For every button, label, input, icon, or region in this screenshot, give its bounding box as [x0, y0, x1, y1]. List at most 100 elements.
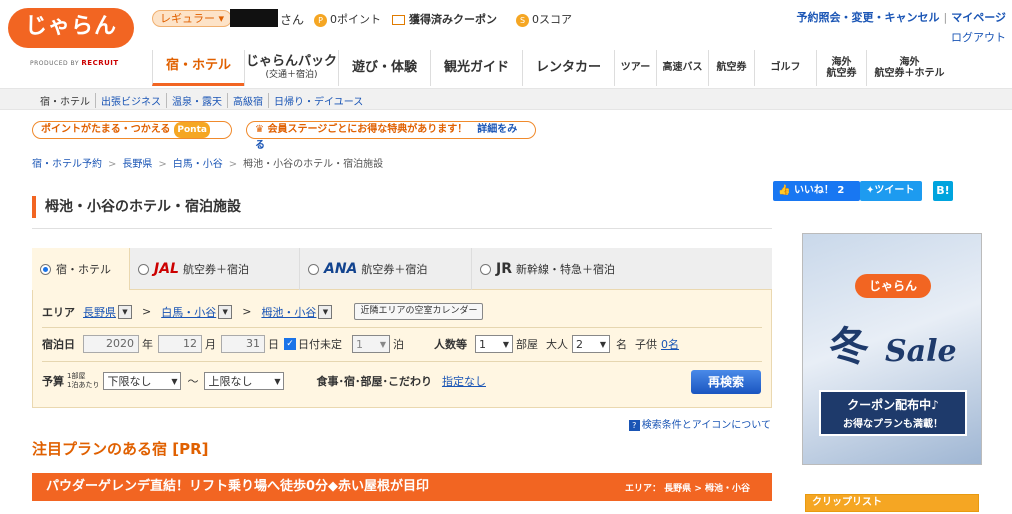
score-link[interactable]: S 0スコア [516, 11, 572, 27]
year-field[interactable]: 2020 [83, 335, 139, 353]
breadcrumb-hakuba[interactable]: 白馬・小谷 [173, 159, 223, 170]
nav-flights[interactable]: 航空券 [708, 50, 754, 86]
breadcrumb: 宿・ホテル予約 > 長野県 > 白馬・小谷 > 栂池・小谷のホテル・宿泊施設 [32, 155, 383, 170]
nav-golf[interactable]: ゴルフ [754, 50, 816, 86]
nav-label: 宿・ホテル [165, 58, 231, 74]
area-subregion-link[interactable]: 栂池・小谷 [261, 304, 316, 320]
breadcrumb-hotel-booking[interactable]: 宿・ホテル予約 [32, 159, 102, 170]
chevron-down-icon: ▼ [274, 376, 281, 386]
tweet-button[interactable]: ✦ツイート [860, 181, 922, 201]
reservation-manage-link[interactable]: 予約照会・変更・キャンセル [797, 11, 940, 24]
radio-icon [308, 263, 319, 275]
nav-overseas-flights[interactable]: 海外 航空券 [816, 50, 866, 86]
nav-activities[interactable]: 遊び・体験 [338, 50, 430, 86]
like-label: いいね！ [793, 185, 834, 196]
points-label: ポイント [337, 13, 381, 26]
honorific: さん [280, 13, 305, 27]
month-field[interactable]: 12 [158, 335, 202, 353]
conditions-link[interactable]: 指定なし [442, 373, 486, 389]
tab-jal[interactable]: JAL 航空券＋宿泊 [130, 248, 300, 290]
featured-plan-title: パウダーゲレンデ直結！リフト乗り場へ徒歩0分◆赤い屋根が目印 [46, 479, 430, 494]
breadcrumb-separator: > [228, 159, 238, 170]
nav-tourist-guide[interactable]: 観光ガイド [430, 50, 522, 86]
hatena-bookmark-button[interactable]: B! [933, 181, 953, 201]
budget-note-room: 1部屋 [67, 372, 86, 380]
sub-nav: 宿・ホテル 出張ビジネス 温泉・露天 高級宿 日帰り・デイユース [40, 93, 368, 108]
ad-coupon-ribbon: クーポン配布中♪ お得なプランも満載！ [819, 390, 967, 436]
crown-icon: ♛ [255, 124, 264, 135]
children-link[interactable]: 0名 [661, 336, 679, 352]
rooms-select[interactable]: 1 ▼ [475, 335, 513, 353]
chevron-down-icon: ▼ [171, 376, 178, 386]
nav-label: 高速バス [662, 62, 703, 74]
nav-jalan-pack[interactable]: じゃらんパック (交通＋宿泊) [244, 50, 338, 86]
mypage-link[interactable]: マイページ [951, 11, 1006, 24]
coupons-label: 獲得済みクーポン [409, 13, 497, 26]
tab-ana[interactable]: ANA 航空券＋宿泊 [300, 248, 472, 290]
score-label: スコア [539, 13, 572, 26]
tab-jr[interactable]: JR 新幹線・特急＋宿泊 [472, 248, 647, 290]
area-prefecture-select[interactable]: ▼ [118, 304, 132, 319]
ad-jalan-logo: じゃらん [855, 274, 931, 298]
nav-rental-car[interactable]: レンタカー [522, 50, 614, 86]
nav-tour[interactable]: ツアー [614, 50, 656, 86]
winter-sale-ad[interactable]: じゃらん 冬 Sale クーポン配布中♪ お得なプランも満載！ [802, 233, 982, 465]
subnav-hotel[interactable]: 宿・ホテル [40, 93, 95, 108]
area-separator: > [242, 305, 252, 318]
nav-label: ゴルフ [770, 62, 801, 74]
member-stage-banner[interactable]: ♛ 会員ステージごとにお得な特典があります！ 詳細をみる [246, 121, 536, 151]
ana-logo: ANA [324, 261, 358, 277]
ponta-banner[interactable]: ポイントがたまる・つかえる Ponta [32, 121, 232, 139]
search-help-link[interactable]: ? 検索条件とアイコンについて [628, 416, 771, 431]
jalan-logo[interactable]: じゃらん [8, 8, 134, 48]
username-redacted [230, 9, 278, 27]
area-subregion-select[interactable]: ▼ [318, 304, 333, 319]
member-rank-badge[interactable]: レギュラー ▾ [152, 10, 233, 27]
stay-date-row: 宿泊日 2020 年 12 月 31 日 ✓ 日付未定 1 ▼ 泊 人数等 1 ▼ 部屋 大人 … [42, 335, 679, 353]
nav-overseas-flight-hotel[interactable]: 海外 航空券＋ホテル [866, 50, 952, 86]
points-link[interactable]: P 0ポイント [314, 11, 381, 27]
budget-max-select[interactable]: 上限なし ▼ [204, 372, 285, 390]
like-count: 2 [837, 185, 845, 196]
area-region-link[interactable]: 白馬・小谷 [161, 304, 216, 320]
vacancy-calendar-button[interactable]: 近隣エリアの空室カレンダー [354, 303, 484, 320]
nav-highway-bus[interactable]: 高速バス [656, 50, 708, 86]
area-prefecture-link[interactable]: 長野県 [83, 304, 116, 320]
question-icon: ? [628, 420, 640, 431]
area-region-select[interactable]: ▼ [218, 304, 233, 319]
adults-label: 大人 [546, 338, 568, 351]
subnav-business[interactable]: 出張ビジネス [95, 93, 166, 108]
main-nav: 宿・ホテル じゃらんパック (交通＋宿泊) 遊び・体験 観光ガイド レンタカー ツ… [152, 50, 952, 86]
people-label: 人数等 [434, 338, 467, 351]
area-label: エリア [42, 305, 75, 319]
nights-select[interactable]: 1 ▼ [352, 335, 390, 353]
point-coin-icon: P [314, 13, 327, 27]
radio-icon [480, 263, 491, 275]
area-separator: > [142, 305, 152, 318]
date-undecided-checkbox[interactable]: ✓ [284, 338, 296, 350]
facebook-like-button[interactable]: 👍 いいね！ 2 [773, 181, 860, 201]
day-field[interactable]: 31 [221, 335, 265, 353]
area-row: エリア 長野県 ▼ > 白馬・小谷 ▼ > 栂池・小谷 ▼ 近隣エリアの空室カレンダー [42, 303, 484, 320]
conditions-label: 食事･宿･部屋･こだわり [316, 375, 432, 388]
nav-hotel[interactable]: 宿・ホテル [152, 50, 244, 86]
breadcrumb-nagano[interactable]: 長野県 [122, 159, 152, 170]
nights-unit: 泊 [393, 338, 404, 351]
points-value: 0 [330, 13, 337, 26]
tab-hotel[interactable]: 宿・ホテル [32, 248, 130, 290]
acquired-coupons-link[interactable]: 獲得済みクーポン [392, 11, 497, 27]
score-coin-icon: S [516, 13, 529, 27]
ad-ribbon-line2: お得なプランも満載！ [843, 419, 943, 430]
adults-select[interactable]: 2 ▼ [572, 335, 610, 353]
subnav-dayuse[interactable]: 日帰り・デイユース [268, 93, 368, 108]
subnav-onsen[interactable]: 温泉・露天 [166, 93, 227, 108]
budget-min-select[interactable]: 下限なし ▼ [103, 372, 182, 390]
budget-row: 予算 1部屋 1泊あたり 下限なし ▼ 〜 上限なし ▼ 食事･宿･部屋･こだわり 指… [42, 372, 486, 390]
nav-label: 航空券 [716, 62, 747, 74]
clip-list-header[interactable]: クリップリスト [805, 494, 979, 512]
logout-link[interactable]: ログアウト [951, 29, 1006, 45]
nav-label: 海外 [899, 56, 920, 68]
stay-date-label: 宿泊日 [42, 338, 75, 351]
subnav-luxury[interactable]: 高級宿 [227, 93, 268, 108]
research-button[interactable]: 再検索 [691, 370, 761, 394]
